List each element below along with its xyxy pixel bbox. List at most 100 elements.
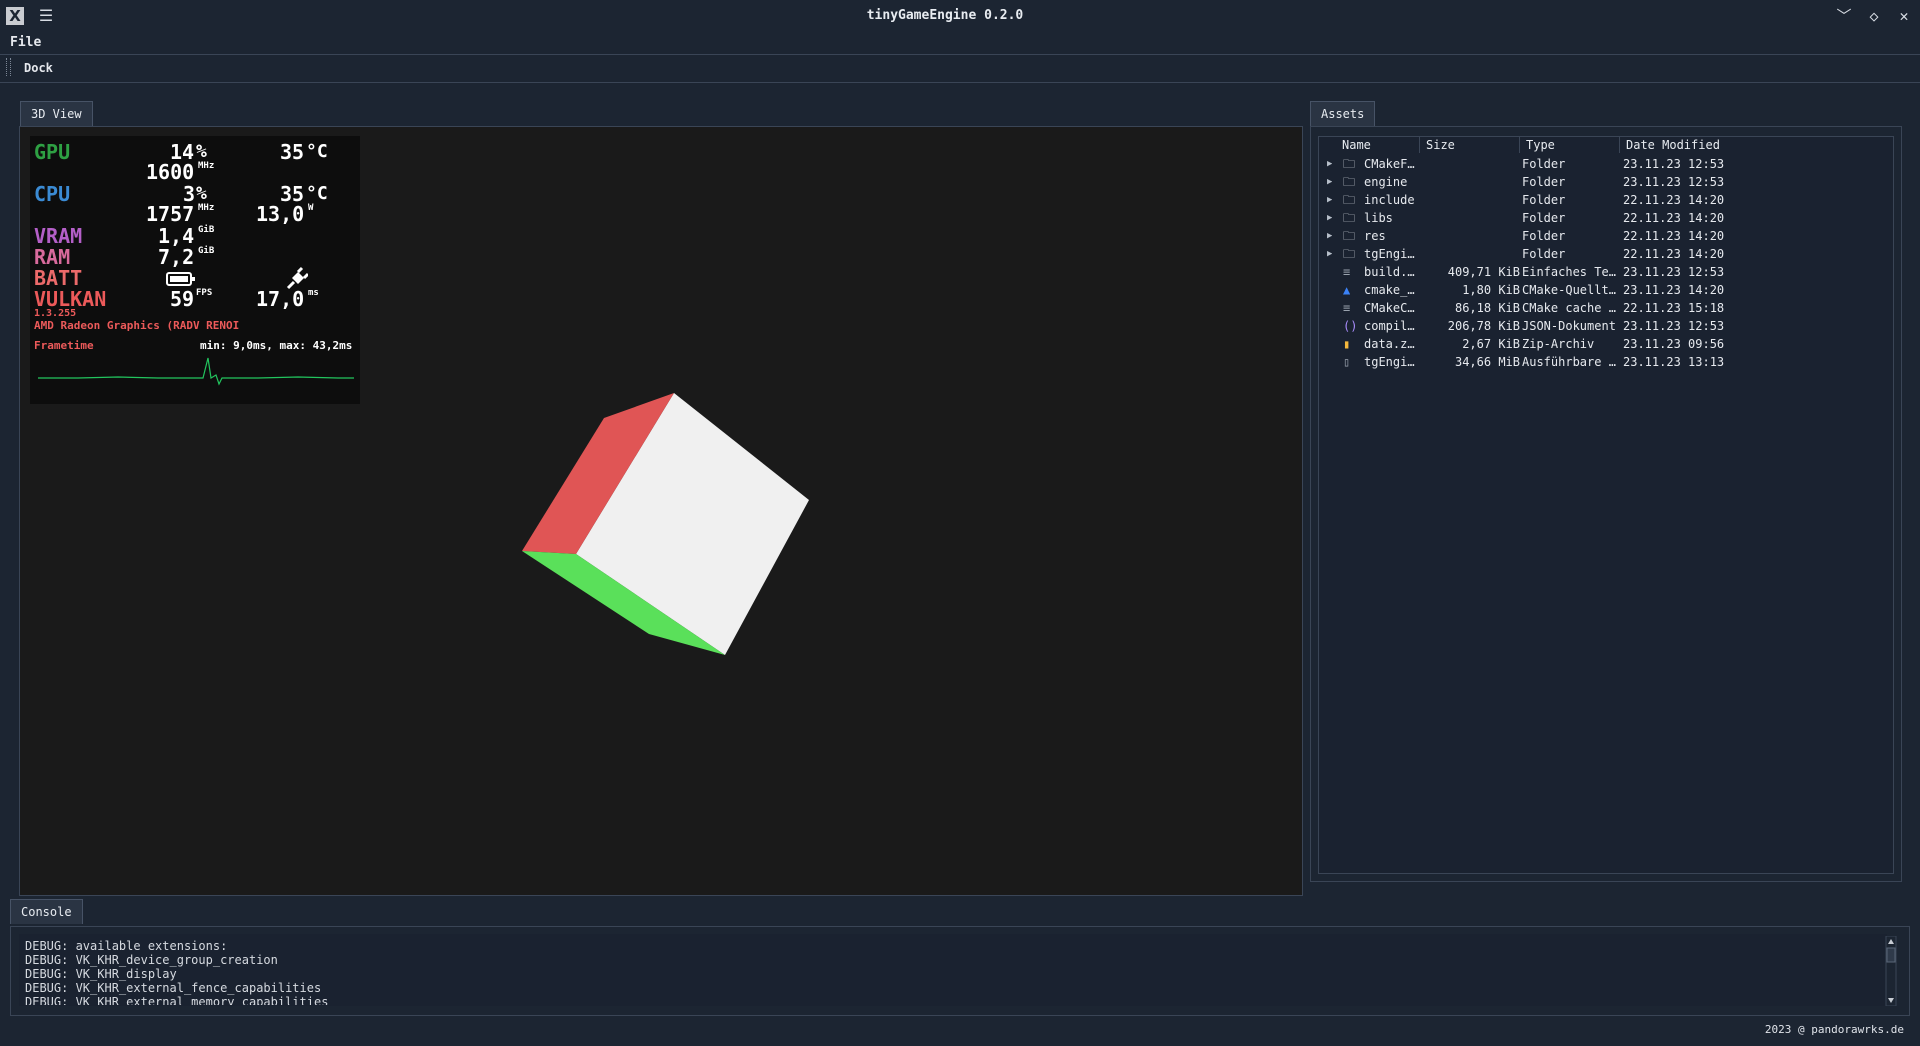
divider	[0, 82, 1920, 83]
table-row[interactable]: ▶ 🗀 CMakeF… Folder 23.11.23 12:53	[1319, 155, 1891, 173]
asset-type: Folder	[1522, 211, 1566, 225]
tab-3d-view[interactable]: 3D View	[20, 101, 93, 126]
hud-gpu-load-unit: %	[196, 141, 207, 162]
text-file-icon: ≡	[1343, 301, 1351, 315]
asset-size: 86,18 KiB	[1454, 301, 1520, 315]
column-header-type[interactable]: Type	[1520, 137, 1620, 153]
column-header-date-modified[interactable]: Date Modified	[1620, 137, 1890, 153]
asset-type: Zip-Archiv	[1522, 337, 1595, 351]
table-row[interactable]: ▯ tgEngi… 34,66 MiB Ausführbare … 23.11.23 1…	[1319, 353, 1891, 371]
hud-gpu-temp: 35	[280, 140, 305, 164]
tab-console[interactable]: Console	[10, 899, 83, 924]
json-file-icon: ()	[1343, 319, 1358, 333]
asset-size: 1,80 KiB	[1462, 283, 1520, 297]
divider	[0, 54, 1920, 55]
asset-date: 23.11.23 09:56	[1623, 337, 1725, 351]
expand-arrow-icon[interactable]: ▶	[1327, 173, 1332, 191]
console-line: DEBUG: available extensions:	[25, 939, 228, 953]
asset-name: CMakeF…	[1364, 157, 1415, 171]
folder-icon: 🗀	[1343, 193, 1356, 207]
hud-frametime-range: min: 9,0ms, max: 43,2ms	[200, 339, 353, 352]
expand-arrow-icon[interactable]: ▶	[1327, 155, 1332, 173]
table-row[interactable]: () compil… 206,78 KiB JSON-Dokument 23.11.23…	[1319, 317, 1891, 335]
expand-arrow-icon[interactable]: ▶	[1327, 191, 1332, 209]
asset-name: tgEngi…	[1364, 247, 1415, 261]
expand-arrow-icon[interactable]: ▶	[1327, 245, 1332, 263]
minimize-icon[interactable]: ﹀	[1834, 6, 1854, 26]
asset-size: 409,71 KiB	[1447, 265, 1520, 279]
hud-frametime-unit: ms	[308, 288, 319, 298]
hud-cpu-clock-unit: MHz	[198, 203, 215, 213]
close-icon[interactable]: ✕	[1894, 6, 1914, 26]
expand-arrow-icon[interactable]: ▶	[1327, 209, 1332, 227]
hud-vram-label: VRAM	[34, 224, 83, 248]
hud-gpu-label: GPU	[34, 140, 71, 164]
console-line: DEBUG: VK_KHR_external_fence_capabilitie…	[25, 981, 322, 995]
hud-fps: 59	[170, 287, 195, 311]
asset-date: 22.11.23 15:18	[1623, 301, 1725, 315]
table-row[interactable]: ▲ cmake_… 1,80 KiB CMake-Quellt… 23.11.23 14…	[1319, 281, 1891, 299]
asset-date: 23.11.23 12:53	[1623, 319, 1725, 333]
hud-vulkan-version: 1.3.255	[34, 308, 77, 319]
column-header-name[interactable]: Name	[1336, 137, 1420, 153]
table-row[interactable]: ≡ build.… 409,71 KiB Einfaches Te… 23.11.23 …	[1319, 263, 1891, 281]
console-line: DEBUG: VK_KHR_device_group_creation	[25, 953, 278, 967]
console-scrollbar[interactable]	[1884, 936, 1898, 1006]
hud-cpu-clock: 1757	[146, 202, 195, 226]
console-line: DEBUG: VK_KHR_external_memory_capabiliti…	[25, 995, 329, 1005]
asset-type: Folder	[1522, 247, 1566, 261]
restore-icon[interactable]: ◇	[1864, 6, 1884, 26]
tab-assets[interactable]: Assets	[1310, 101, 1376, 126]
hud-vram-value: 1,4	[158, 224, 195, 248]
hud-frametime-label: Frametime	[34, 339, 94, 352]
hud-device-name: AMD Radeon Graphics (RADV RENOI	[34, 319, 240, 332]
cmake-file-icon: ▲	[1343, 283, 1351, 297]
hud-batt-label: BATT	[34, 266, 83, 290]
dock-label: Dock	[24, 61, 53, 75]
hud-ram-value: 7,2	[158, 245, 195, 269]
hud-cpu-temp-unit: °C	[306, 183, 328, 204]
asset-date: 22.11.23 14:20	[1623, 247, 1725, 261]
hud-frametime: 17,0	[256, 287, 305, 311]
asset-date: 22.11.23 14:20	[1623, 229, 1725, 243]
asset-date: 22.11.23 14:20	[1623, 193, 1725, 207]
executable-file-icon: ▯	[1343, 355, 1351, 369]
console-line: DEBUG: VK_KHR_display	[25, 967, 177, 981]
table-row[interactable]: ▶ 🗀 libs Folder 22.11.23 14:20	[1319, 209, 1891, 227]
table-row[interactable]: ▶ 🗀 res Folder 22.11.23 14:20	[1319, 227, 1891, 245]
hud-cpu-power: 13,0	[256, 202, 305, 226]
asset-size: 206,78 KiB	[1447, 319, 1520, 333]
footer-credit: 2023 @ pandorawrks.de	[1764, 1023, 1904, 1036]
asset-type: CMake cache …	[1522, 301, 1616, 315]
hud-ram-unit: GiB	[198, 246, 215, 256]
battery-icon	[166, 272, 195, 286]
asset-date: 23.11.23 12:53	[1623, 175, 1725, 189]
scroll-thumb	[1886, 947, 1896, 963]
hud-gpu-temp-unit: °C	[306, 141, 328, 162]
asset-name: res	[1364, 229, 1386, 243]
menu-file[interactable]: File	[10, 35, 41, 50]
table-row[interactable]: ▶ 🗀 include Folder 22.11.23 14:20	[1319, 191, 1891, 209]
asset-type: Einfaches Te…	[1522, 265, 1616, 279]
zip-file-icon: ▮	[1343, 337, 1351, 351]
asset-date: 22.11.23 14:20	[1623, 211, 1725, 225]
table-row[interactable]: ≡ CMakeC… 86,18 KiB CMake cache … 22.11.23 1…	[1319, 299, 1891, 317]
column-header-size[interactable]: Size	[1420, 137, 1520, 153]
asset-date: 23.11.23 12:53	[1623, 265, 1725, 279]
hud-cpu-power-unit: W	[308, 203, 314, 213]
table-row[interactable]: ▮ data.z… 2,67 KiB Zip-Archiv 23.11.23 09:56	[1319, 335, 1891, 353]
table-row[interactable]: ▶ 🗀 tgEngi… Folder 22.11.23 14:20	[1319, 245, 1891, 263]
expand-arrow-icon[interactable]: ▶	[1327, 227, 1332, 245]
table-row[interactable]: ▶ 🗀 engine Folder 23.11.23 12:53	[1319, 173, 1891, 191]
hud-vulkan-label: VULKAN	[34, 287, 107, 311]
asset-type: Folder	[1522, 157, 1566, 171]
window-title: tinyGameEngine 0.2.0	[866, 8, 1024, 23]
asset-type: Folder	[1522, 229, 1566, 243]
hud-gpu-clock-unit: MHz	[198, 161, 215, 171]
folder-icon: 🗀	[1343, 175, 1356, 189]
hud-fps-unit: FPS	[196, 288, 213, 298]
text-file-icon: ≡	[1343, 265, 1351, 279]
dock-grip-handle[interactable]	[6, 58, 11, 76]
asset-date: 23.11.23 13:13	[1623, 355, 1725, 369]
folder-icon: 🗀	[1343, 157, 1356, 171]
